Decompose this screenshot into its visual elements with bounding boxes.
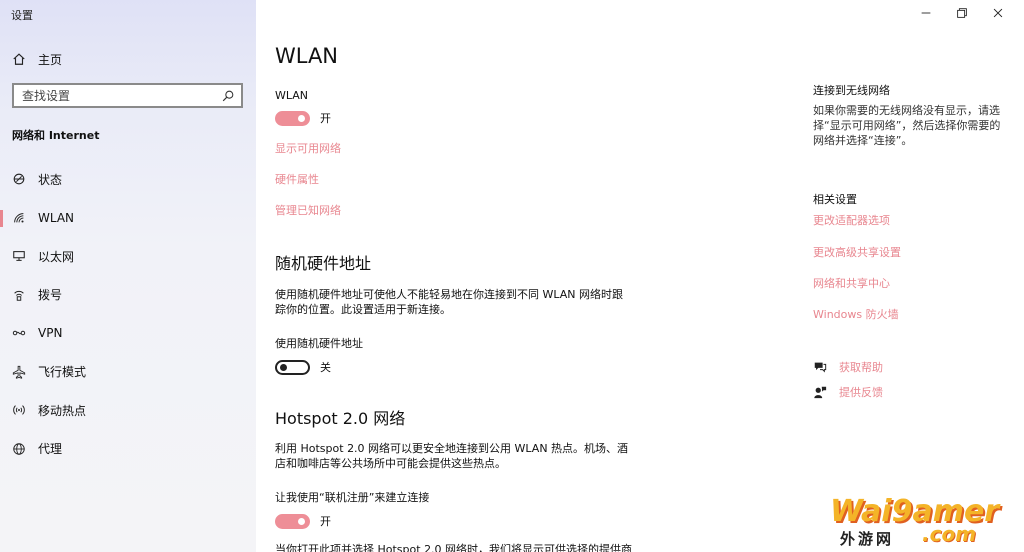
hotspot-icon: [12, 403, 26, 417]
hotspot-toggle-state: 开: [320, 515, 331, 528]
sidebar-home-label: 主页: [38, 52, 63, 67]
toggle-knob: [280, 363, 287, 371]
hotspot-desc-line1: 利用 Hotspot 2.0 网络可以更安全地连接到公用 WLAN 热点。机场、…: [275, 442, 629, 455]
adapter-options-link[interactable]: 更改适配器选项: [813, 212, 890, 228]
toggle-knob: [298, 114, 305, 122]
sidebar-item-wlan[interactable]: WLAN: [0, 199, 256, 238]
watermark-com: .com: [922, 522, 977, 546]
get-help-row[interactable]: 获取帮助: [813, 359, 883, 375]
sidebar-item-label: 以太网: [38, 249, 75, 264]
sidebar-item-dialup[interactable]: 拨号: [0, 276, 256, 315]
wlan-label: WLAN: [275, 89, 309, 102]
feedback-link[interactable]: 提供反馈: [839, 384, 883, 400]
window-controls: [908, 3, 1016, 23]
random-hw-heading: 随机硬件地址: [275, 254, 372, 273]
proxy-icon: [12, 442, 26, 456]
minimize-icon: [919, 6, 933, 20]
random-hw-desc-line1: 使用随机硬件地址可使他人不能轻易地在你连接到不同 WLAN 网络时跟: [275, 288, 624, 301]
search-box[interactable]: [12, 83, 243, 108]
sidebar-item-label: 拨号: [38, 288, 63, 303]
page-title: WLAN: [275, 44, 339, 68]
connect-desc-line1: 如果你需要的无线网络没有显示，请选: [813, 104, 1000, 117]
feedback-row[interactable]: 提供反馈: [813, 384, 883, 400]
sidebar-section-title: 网络和 Internet: [12, 129, 100, 142]
airplane-icon: [12, 365, 26, 379]
random-hw-toggle-row: 关: [275, 359, 331, 375]
wlan-toggle-state: 开: [320, 112, 331, 125]
random-hw-toggle[interactable]: [275, 359, 310, 375]
sidebar-item-label: 代理: [38, 442, 63, 457]
main-content: WLAN WLAN 开 显示可用网络 硬件属性 管理已知网络 随机硬件地址 使用…: [256, 0, 1024, 552]
get-help-link[interactable]: 获取帮助: [839, 359, 883, 375]
status-icon: [12, 172, 26, 186]
sidebar: 设置 主页 网络和 Internet 状态 WLAN: [0, 0, 256, 552]
sidebar-item-airplane[interactable]: 飞行模式: [0, 353, 256, 392]
sidebar-item-label: VPN: [38, 326, 63, 341]
hotspot-toggle[interactable]: [275, 513, 310, 529]
hotspot-partial-text: 当你打开此项并选择 Hotspot 2.0 网络时，我们将显示可供选择的提供商: [275, 543, 633, 552]
advanced-sharing-link[interactable]: 更改高级共享设置: [813, 244, 901, 260]
connect-desc-line2: 择“显示可用网络”，然后选择你需要的: [813, 119, 1001, 132]
sidebar-item-label: 飞行模式: [38, 365, 87, 380]
restore-button[interactable]: [944, 3, 980, 23]
hotspot-toggle-row: 开: [275, 513, 331, 529]
wlan-icon: [12, 211, 26, 225]
firewall-link[interactable]: Windows 防火墙: [813, 306, 899, 322]
ethernet-icon: [12, 249, 26, 263]
sidebar-item-label: 移动热点: [38, 403, 87, 418]
vpn-icon: [12, 326, 26, 340]
restore-icon: [955, 6, 969, 20]
home-icon: [12, 52, 26, 66]
sidebar-item-label: WLAN: [38, 210, 75, 225]
watermark-sub: 外游网: [840, 530, 895, 548]
hotspot-desc-line2: 店和咖啡店等公共场所中可能会提供这些热点。: [275, 457, 506, 470]
sidebar-item-vpn[interactable]: VPN: [0, 314, 256, 353]
random-hw-desc-line2: 踪你的位置。此设置适用于新连接。: [275, 303, 451, 316]
minimize-button[interactable]: [908, 3, 944, 23]
related-settings-heading: 相关设置: [813, 193, 857, 206]
connect-heading: 连接到无线网络: [813, 84, 890, 97]
sidebar-nav: 状态 WLAN 以太网 拨号 VPN 飞行模式 移动热点 代理: [0, 160, 256, 468]
hardware-properties-link[interactable]: 硬件属性: [275, 171, 319, 187]
sharing-center-link[interactable]: 网络和共享中心: [813, 275, 890, 291]
sidebar-item-hotspot[interactable]: 移动热点: [0, 391, 256, 430]
sidebar-home[interactable]: 主页: [12, 49, 62, 69]
random-hw-toggle-state: 关: [320, 361, 331, 374]
watermark-logo: Wai9amer 外游网 .com: [830, 494, 1020, 552]
sidebar-item-ethernet[interactable]: 以太网: [0, 237, 256, 276]
manage-known-networks-link[interactable]: 管理已知网络: [275, 202, 341, 218]
sidebar-item-label: 状态: [38, 172, 63, 187]
search-input[interactable]: [22, 88, 221, 103]
hotspot-toggle-label: 让我使用“联机注册”来建立连接: [275, 491, 430, 504]
app-title: 设置: [11, 9, 33, 22]
close-icon: [991, 6, 1005, 20]
sidebar-item-status[interactable]: 状态: [0, 160, 256, 199]
hotspot-heading: Hotspot 2.0 网络: [275, 409, 406, 428]
search-icon[interactable]: [221, 89, 235, 103]
sidebar-item-proxy[interactable]: 代理: [0, 430, 256, 469]
help-chat-icon: [813, 360, 827, 374]
connect-desc-line3: 网络并选择“连接”。: [813, 134, 913, 147]
wlan-toggle-row: 开: [275, 110, 331, 126]
random-hw-toggle-label: 使用随机硬件地址: [275, 337, 363, 350]
close-button[interactable]: [980, 3, 1016, 23]
wlan-toggle[interactable]: [275, 110, 310, 126]
dialup-icon: [12, 288, 26, 302]
toggle-knob: [298, 517, 305, 525]
feedback-icon: [813, 385, 827, 399]
show-available-networks-link[interactable]: 显示可用网络: [275, 140, 341, 156]
